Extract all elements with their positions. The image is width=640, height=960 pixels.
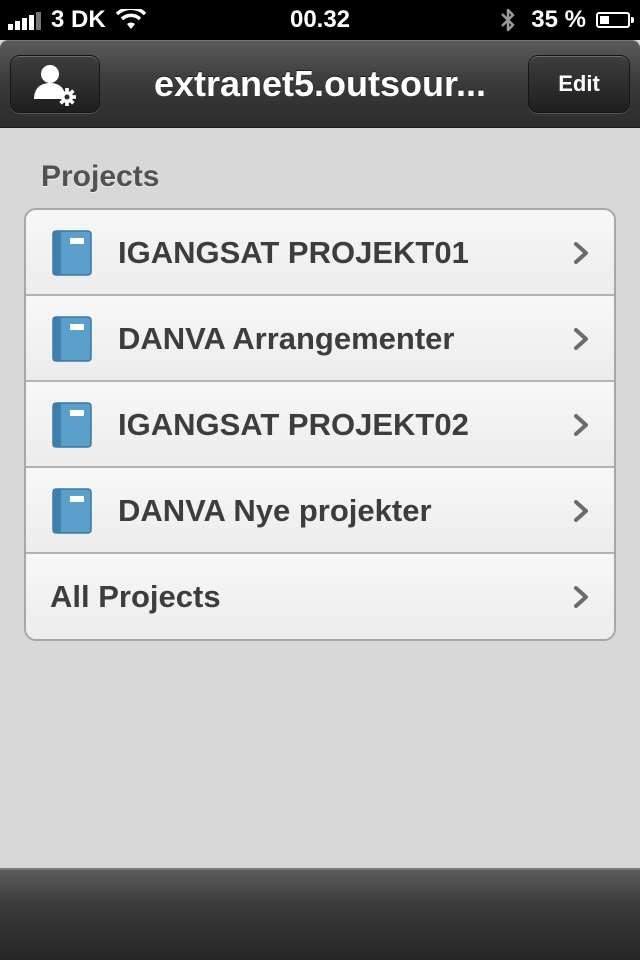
notebook-icon bbox=[52, 316, 92, 362]
notebook-icon bbox=[52, 488, 92, 534]
all-projects-label: All Projects bbox=[50, 579, 221, 614]
nav-title: extranet5.outsour... bbox=[153, 63, 487, 104]
chevron-right-icon bbox=[574, 242, 588, 264]
project-row[interactable]: IGANGSAT PROJEKT01 bbox=[26, 210, 614, 296]
user-gear-icon bbox=[34, 65, 76, 106]
projects-table: IGANGSAT PROJEKT01 DANVA Arrangementer I… bbox=[24, 208, 616, 641]
project-label: IGANGSAT PROJEKT02 bbox=[118, 407, 469, 442]
account-settings-button[interactable] bbox=[10, 55, 100, 113]
project-row[interactable]: DANVA Arrangementer bbox=[26, 296, 614, 382]
navigation-bar: extranet5.outsour... Edit bbox=[0, 40, 640, 128]
chevron-right-icon bbox=[574, 414, 588, 436]
bluetooth-icon bbox=[501, 8, 515, 32]
battery-icon bbox=[596, 12, 634, 28]
status-right: 35 % bbox=[499, 0, 634, 40]
battery-percent: 35 % bbox=[531, 6, 586, 33]
project-label: DANVA Nye projekter bbox=[118, 493, 432, 528]
bottom-toolbar bbox=[0, 868, 640, 960]
notebook-icon bbox=[52, 230, 92, 276]
status-bar: 3 DK 00.32 35 % bbox=[0, 0, 640, 40]
all-projects-row[interactable]: All Projects bbox=[26, 554, 614, 639]
edit-button[interactable]: Edit bbox=[528, 55, 630, 113]
project-label: IGANGSAT PROJEKT01 bbox=[118, 235, 469, 270]
chevron-right-icon bbox=[574, 500, 588, 522]
notebook-icon bbox=[52, 402, 92, 448]
battery-fill bbox=[600, 16, 609, 24]
project-row[interactable]: IGANGSAT PROJEKT02 bbox=[26, 382, 614, 468]
chevron-right-icon bbox=[574, 328, 588, 350]
content-area: Projects IGANGSAT PROJEKT01 DANVA Arrang… bbox=[0, 128, 640, 868]
chevron-right-icon bbox=[574, 586, 588, 608]
project-row[interactable]: DANVA Nye projekter bbox=[26, 468, 614, 554]
project-label: DANVA Arrangementer bbox=[118, 321, 455, 356]
section-header: Projects bbox=[41, 160, 160, 193]
